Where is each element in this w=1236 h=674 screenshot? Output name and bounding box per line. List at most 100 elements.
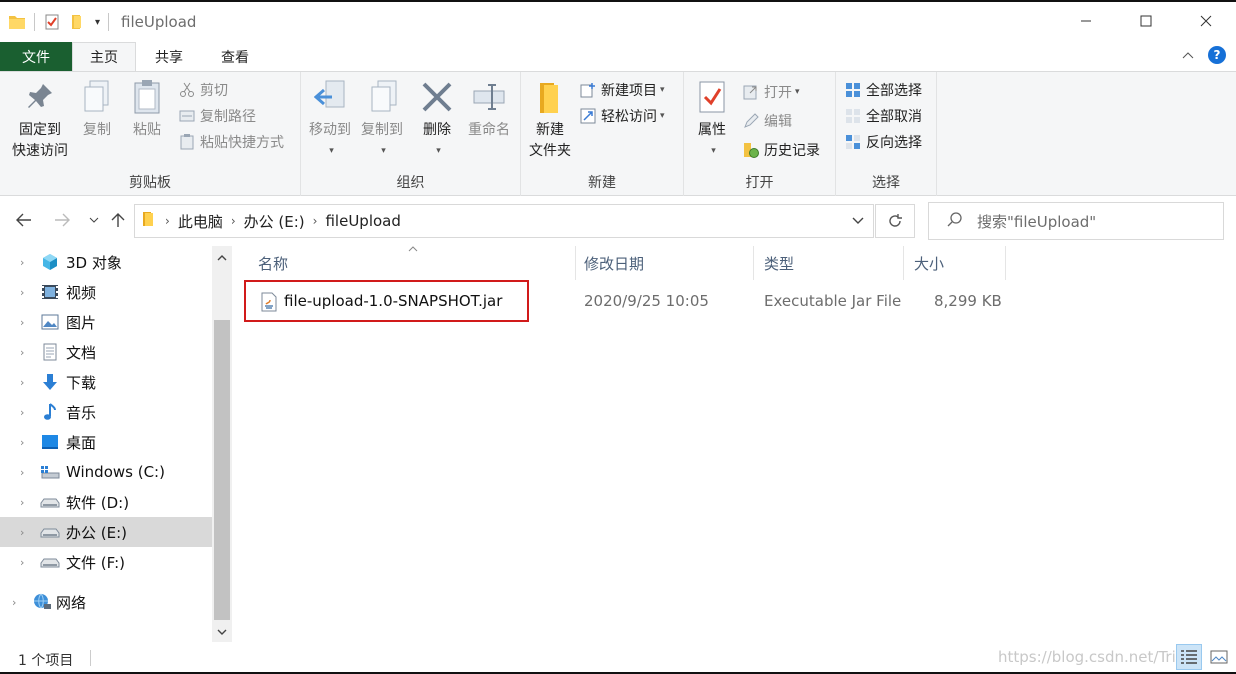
breadcrumb-chevron-icon[interactable]: › (165, 214, 170, 228)
column-header-type[interactable]: 类型 (754, 246, 904, 280)
forward-button[interactable] (50, 208, 74, 232)
folder-icon (141, 211, 155, 231)
minimize-button[interactable] (1056, 2, 1116, 40)
column-header-name[interactable]: 名称 (248, 246, 576, 280)
collapse-ribbon-icon[interactable] (1182, 47, 1194, 63)
open-icon (742, 83, 760, 101)
copy-path-button[interactable]: 复制路径 (178, 104, 256, 128)
folder-icon (533, 78, 567, 116)
expand-chevron-icon[interactable]: › (20, 436, 24, 449)
properties-dropdown-icon: ▾ (711, 146, 716, 156)
tab-share[interactable]: 共享 (136, 42, 202, 71)
expand-chevron-icon[interactable]: › (20, 316, 24, 329)
easy-access-button[interactable]: 轻松访问 ▾ (579, 104, 665, 128)
expand-chevron-icon[interactable]: › (20, 466, 24, 479)
back-button[interactable] (12, 208, 36, 232)
maximize-button[interactable] (1116, 2, 1176, 40)
nav-item-office-e[interactable]: › 办公 (E:) (0, 517, 212, 547)
new-folder-button[interactable]: 新建 文件夹 (525, 78, 575, 162)
expand-chevron-icon[interactable]: › (20, 556, 24, 569)
select-group-label: 选择 (872, 175, 900, 191)
tab-home[interactable]: 主页 (72, 42, 136, 71)
select-all-button[interactable]: 全部选择 (844, 78, 922, 102)
breadcrumb-drive-e[interactable]: 办公 (E:) (244, 211, 305, 232)
expand-chevron-icon[interactable]: › (20, 526, 24, 539)
copy-to-button[interactable]: 复制到 ▾ (357, 78, 407, 162)
new-folder-icon[interactable] (69, 13, 87, 31)
nav-item-desktop[interactable]: › 桌面 (0, 427, 212, 457)
nav-item-windows-c[interactable]: › Windows (C:) (0, 457, 212, 487)
paste-shortcut-button[interactable]: 粘贴快捷方式 (178, 130, 284, 154)
select-none-icon (844, 107, 862, 125)
scrollbar-thumb[interactable] (214, 320, 230, 620)
edit-button[interactable]: 编辑 (742, 109, 792, 133)
invert-selection-icon (844, 133, 862, 151)
nav-item-3d-objects[interactable]: › 3D 对象 (0, 247, 212, 277)
address-bar[interactable]: › 此电脑 › 办公 (E:) › fileUpload (134, 204, 874, 238)
column-header-size[interactable]: 大小 (904, 246, 1006, 280)
scroll-down-arrow-icon[interactable] (212, 622, 232, 642)
breadcrumb-fileupload[interactable]: fileUpload (325, 212, 400, 230)
copy-button[interactable]: 复制 (76, 78, 118, 141)
nav-item-pictures[interactable]: › 图片 (0, 307, 212, 337)
nav-item-software-d[interactable]: › 软件 (D:) (0, 487, 212, 517)
file-list: 名称 修改日期 类型 大小 file-upload-1.0-SNAPSHOT.j… (232, 246, 1236, 642)
column-header-modified[interactable]: 修改日期 (574, 246, 754, 280)
nav-item-music[interactable]: › 音乐 (0, 397, 212, 427)
file-modified: 2020/9/25 10:05 (584, 292, 709, 310)
delete-button[interactable]: 删除 ▾ (417, 78, 457, 162)
rename-button[interactable]: 重命名 (463, 78, 515, 141)
file-type: Executable Jar File (764, 292, 902, 310)
scroll-up-arrow-icon[interactable] (212, 248, 232, 268)
watermark-text: https://blog.csdn.net/Triste (998, 648, 1199, 666)
open-button[interactable]: 打开 ▾ (742, 80, 800, 104)
address-history-dropdown-icon[interactable] (843, 205, 873, 237)
tab-file[interactable]: 文件 (0, 42, 72, 71)
properties-button[interactable]: 属性 ▾ (690, 78, 734, 162)
copy-to-icon (365, 78, 399, 116)
expand-chevron-icon[interactable]: › (20, 406, 24, 419)
up-button[interactable] (106, 208, 130, 232)
expand-chevron-icon[interactable]: › (20, 496, 24, 509)
paste-button[interactable]: 粘贴 (126, 78, 168, 141)
customize-toolbar-icon[interactable]: ▾ (95, 17, 100, 28)
window-title: fileUpload (121, 13, 197, 31)
expand-chevron-icon[interactable]: › (12, 596, 16, 609)
copy-path-icon (178, 107, 196, 125)
properties-check-icon[interactable] (43, 13, 61, 31)
nav-item-network[interactable]: › 网络 (0, 587, 212, 617)
expand-chevron-icon[interactable]: › (20, 286, 24, 299)
close-button[interactable] (1176, 2, 1236, 40)
large-icons-view-button[interactable] (1206, 644, 1232, 670)
drive-icon (40, 492, 60, 512)
help-icon[interactable]: ? (1208, 46, 1226, 64)
new-item-button[interactable]: 新建项目 ▾ (579, 78, 665, 102)
select-none-button[interactable]: 全部取消 (844, 104, 922, 128)
recent-locations-button[interactable] (82, 208, 106, 232)
annotation-highlight-box (244, 280, 529, 322)
tab-view[interactable]: 查看 (202, 42, 268, 71)
expand-chevron-icon[interactable]: › (20, 346, 24, 359)
navigation-pane: › 3D 对象 › 视频 › 图片 › 文档 › 下载 › 音乐 › 桌面 › … (0, 246, 212, 642)
nav-item-downloads[interactable]: › 下载 (0, 367, 212, 397)
expand-chevron-icon[interactable]: › (20, 376, 24, 389)
history-button[interactable]: 历史记录 (742, 138, 820, 162)
nav-item-files-f[interactable]: › 文件 (F:) (0, 547, 212, 577)
pin-quick-access-button[interactable]: 固定到 快速访问 (8, 78, 72, 162)
new-group-label: 新建 (588, 175, 616, 191)
search-input[interactable]: 搜索"fileUpload" (977, 211, 1096, 232)
navigation-pane-scrollbar[interactable] (212, 246, 232, 642)
breadcrumb-chevron-icon[interactable]: › (313, 214, 318, 228)
nav-item-videos[interactable]: › 视频 (0, 277, 212, 307)
cube-icon (40, 252, 60, 272)
breadcrumb-chevron-icon[interactable]: › (231, 214, 236, 228)
expand-chevron-icon[interactable]: › (20, 256, 24, 269)
nav-item-documents[interactable]: › 文档 (0, 337, 212, 367)
move-to-button[interactable]: 移动到 ▾ (305, 78, 355, 162)
cut-button[interactable]: 剪切 (178, 78, 228, 102)
details-view-button[interactable] (1176, 644, 1202, 670)
refresh-button[interactable] (875, 204, 915, 238)
breadcrumb-this-pc[interactable]: 此电脑 (178, 211, 223, 232)
invert-selection-button[interactable]: 反向选择 (844, 130, 922, 154)
search-box[interactable]: 搜索"fileUpload" (928, 202, 1224, 240)
